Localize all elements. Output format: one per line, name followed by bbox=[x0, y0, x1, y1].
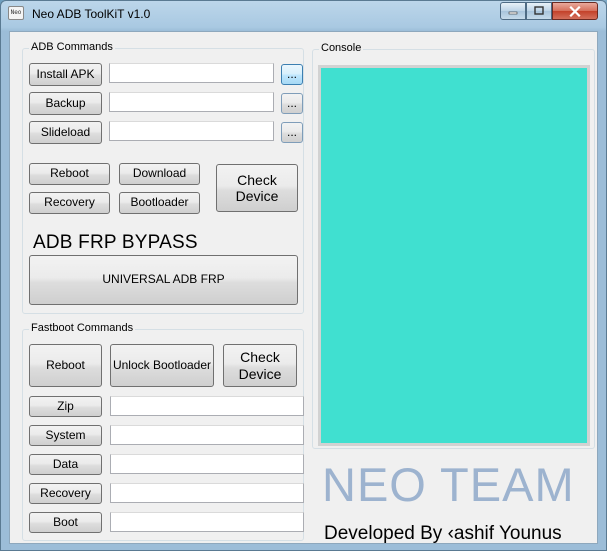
fastboot-reboot-button[interactable]: Reboot bbox=[29, 344, 102, 387]
data-path-field[interactable] bbox=[110, 454, 304, 474]
backup-browse-button[interactable]: ... bbox=[281, 93, 303, 114]
adb-commands-label: ADB Commands bbox=[29, 41, 115, 53]
console-output[interactable] bbox=[318, 65, 590, 446]
universal-adb-frp-button[interactable]: UNIVERSAL ADB FRP bbox=[29, 255, 298, 305]
fastboot-commands-label: Fastboot Commands bbox=[29, 322, 136, 334]
maximize-icon bbox=[534, 6, 544, 15]
adb-check-device-button[interactable]: Check Device bbox=[216, 164, 298, 212]
window-title: Neo ADB ToolKiT v1.0 bbox=[32, 7, 151, 21]
console-label: Console bbox=[319, 42, 364, 54]
adb-download-button[interactable]: Download bbox=[119, 163, 200, 185]
adb-bootloader-button[interactable]: Bootloader bbox=[119, 192, 200, 214]
app-icon: Neo bbox=[8, 6, 24, 20]
minimize-icon bbox=[508, 11, 518, 15]
recovery-path-field[interactable] bbox=[110, 483, 304, 503]
developer-credit: Developed By ‹ashif Younus bbox=[324, 523, 562, 544]
slideload-button[interactable]: Slideload bbox=[29, 121, 102, 144]
install-apk-browse-button[interactable]: ... bbox=[281, 64, 303, 85]
close-icon bbox=[569, 5, 581, 17]
slideload-path-field[interactable] bbox=[109, 121, 274, 141]
zip-path-field[interactable] bbox=[110, 396, 304, 416]
slideload-browse-button[interactable]: ... bbox=[281, 122, 303, 143]
install-apk-path-field[interactable] bbox=[109, 63, 274, 83]
client-area: ADB Commands Install APK ... Backup ... … bbox=[9, 31, 598, 544]
frp-bypass-heading: ADB FRP BYPASS bbox=[33, 232, 198, 253]
fastboot-commands-group: Fastboot Commands Reboot Unlock Bootload… bbox=[22, 322, 304, 541]
maximize-button[interactable] bbox=[526, 2, 552, 20]
neo-team-branding: NEO TEAM bbox=[322, 458, 575, 511]
console-group: Console bbox=[312, 42, 595, 449]
install-apk-button[interactable]: Install APK bbox=[29, 63, 102, 86]
flash-system-button[interactable]: System bbox=[29, 425, 102, 446]
adb-recovery-button[interactable]: Recovery bbox=[29, 192, 110, 214]
adb-reboot-button[interactable]: Reboot bbox=[29, 163, 110, 185]
boot-path-field[interactable] bbox=[110, 512, 304, 532]
close-button[interactable] bbox=[552, 2, 598, 20]
system-path-field[interactable] bbox=[110, 425, 304, 445]
flash-boot-button[interactable]: Boot bbox=[29, 512, 102, 533]
backup-path-field[interactable] bbox=[109, 92, 274, 112]
unlock-bootloader-button[interactable]: Unlock Bootloader bbox=[110, 344, 214, 387]
app-window: Neo Neo ADB ToolKiT v1.0 ADB Commands In… bbox=[0, 0, 607, 551]
minimize-button[interactable] bbox=[500, 2, 526, 20]
backup-button[interactable]: Backup bbox=[29, 92, 102, 115]
title-bar[interactable]: Neo Neo ADB ToolKiT v1.0 bbox=[1, 1, 606, 27]
flash-zip-button[interactable]: Zip bbox=[29, 396, 102, 417]
flash-data-button[interactable]: Data bbox=[29, 454, 102, 475]
flash-recovery-button[interactable]: Recovery bbox=[29, 483, 102, 504]
fastboot-check-device-button[interactable]: Check Device bbox=[223, 344, 297, 387]
